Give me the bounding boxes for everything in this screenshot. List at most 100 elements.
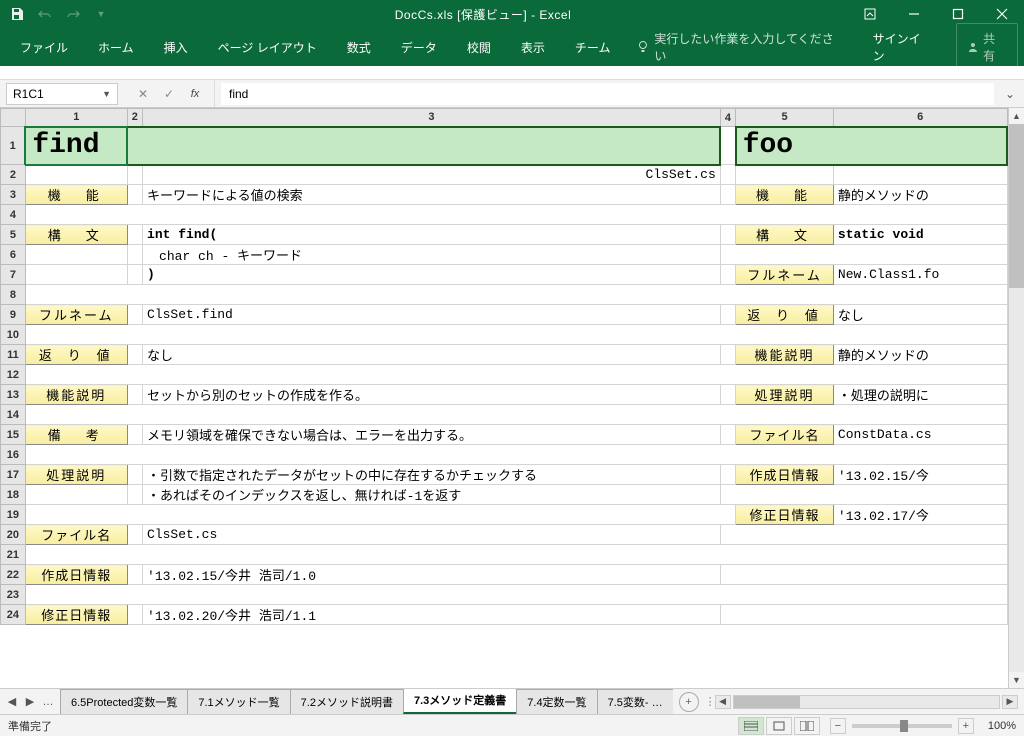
- horizontal-scrollbar[interactable]: [733, 695, 1000, 709]
- label-return[interactable]: 返 り 値: [25, 345, 127, 365]
- sheet-nav-last-icon[interactable]: ▶: [22, 693, 38, 711]
- cell[interactable]: [25, 365, 1007, 385]
- row-header[interactable]: 4: [1, 205, 26, 225]
- cell[interactable]: [720, 345, 735, 365]
- row-header[interactable]: 1: [1, 127, 26, 165]
- scroll-left-button[interactable]: ◀: [715, 695, 731, 709]
- label-koubun-r[interactable]: 構 文: [736, 225, 834, 245]
- zoom-slider[interactable]: [852, 724, 952, 728]
- cell[interactable]: int find(: [143, 225, 721, 245]
- row-header[interactable]: 9: [1, 305, 26, 325]
- cell[interactable]: [127, 385, 142, 405]
- label-fullname[interactable]: フルネーム: [25, 305, 127, 325]
- cell[interactable]: ClsSet.find: [143, 305, 721, 325]
- cell[interactable]: char ch - キーワード: [143, 245, 721, 265]
- cell[interactable]: '13.02.17/今: [833, 505, 1007, 525]
- label-return-r[interactable]: 返 り 値: [736, 305, 834, 325]
- tab-data[interactable]: データ: [387, 31, 451, 64]
- sheet-tab-active[interactable]: 7.3メソッド定義書: [403, 689, 517, 714]
- cell[interactable]: [720, 185, 735, 205]
- row-header[interactable]: 12: [1, 365, 26, 385]
- cell[interactable]: New.Class1.fo: [833, 265, 1007, 285]
- col-header[interactable]: 6: [833, 109, 1007, 127]
- cell[interactable]: [720, 565, 1007, 585]
- label-bikou[interactable]: 備 考: [25, 425, 127, 445]
- enter-formula-icon[interactable]: ✓: [158, 83, 180, 105]
- view-page-layout-icon[interactable]: [766, 717, 792, 735]
- label-modified[interactable]: 修正日情報: [25, 605, 127, 625]
- cell[interactable]: [720, 265, 735, 285]
- row-header[interactable]: 13: [1, 385, 26, 405]
- row-header[interactable]: 8: [1, 285, 26, 305]
- share-button[interactable]: 共有: [956, 23, 1018, 71]
- cell[interactable]: static void: [833, 225, 1007, 245]
- tell-me-search[interactable]: 実行したい作業を入力してください: [626, 24, 854, 70]
- sheet-tab[interactable]: 7.5変数- …: [597, 689, 673, 714]
- cell-title-left[interactable]: find: [25, 127, 127, 165]
- cell[interactable]: [736, 165, 834, 185]
- row-header[interactable]: 21: [1, 545, 26, 565]
- cell[interactable]: [127, 265, 142, 285]
- cell[interactable]: なし: [143, 345, 721, 365]
- row-header[interactable]: 16: [1, 445, 26, 465]
- undo-icon[interactable]: [34, 3, 56, 25]
- tab-home[interactable]: ホーム: [84, 31, 148, 64]
- cell[interactable]: ClsSet.cs: [143, 525, 721, 545]
- tab-formulas[interactable]: 数式: [333, 31, 385, 64]
- zoom-level[interactable]: 100%: [988, 720, 1016, 732]
- view-normal-icon[interactable]: [738, 717, 764, 735]
- select-all-corner[interactable]: [1, 109, 26, 127]
- row-header[interactable]: 6: [1, 245, 26, 265]
- cell[interactable]: [127, 305, 142, 325]
- cell[interactable]: [127, 245, 142, 265]
- label-modified-r[interactable]: 修正日情報: [736, 505, 834, 525]
- tab-insert[interactable]: 挿入: [150, 31, 202, 64]
- row-header[interactable]: 19: [1, 505, 26, 525]
- cell[interactable]: [833, 165, 1007, 185]
- cell[interactable]: [720, 305, 735, 325]
- scroll-right-button[interactable]: ▶: [1002, 695, 1018, 709]
- save-icon[interactable]: [6, 3, 28, 25]
- label-procdesc[interactable]: 処理説明: [25, 465, 127, 485]
- view-page-break-icon[interactable]: [794, 717, 820, 735]
- cell[interactable]: ・引数で指定されたデータがセットの中に存在するかチェックする: [143, 465, 721, 485]
- expand-formula-bar-icon[interactable]: ⌄: [1000, 84, 1020, 104]
- sheet-nav-first-icon[interactable]: ◀: [4, 693, 20, 711]
- scroll-down-button[interactable]: ▼: [1009, 672, 1024, 688]
- fx-icon[interactable]: fx: [184, 83, 206, 105]
- cell[interactable]: キーワードによる値の検索: [143, 185, 721, 205]
- cell[interactable]: [720, 465, 735, 485]
- scroll-up-button[interactable]: ▲: [1009, 108, 1024, 124]
- cell[interactable]: '13.02.20/今井 浩司/1.1: [143, 605, 721, 625]
- cell[interactable]: [127, 345, 142, 365]
- cell[interactable]: [127, 225, 142, 245]
- cell[interactable]: [25, 485, 127, 505]
- cell[interactable]: [720, 245, 1007, 265]
- cell[interactable]: ・あればそのインデックスを返し、無ければ-1を返す: [143, 485, 721, 505]
- qat-more-icon[interactable]: ▼: [90, 3, 112, 25]
- tab-view[interactable]: 表示: [507, 31, 559, 64]
- zoom-out-button[interactable]: −: [830, 718, 846, 734]
- cell[interactable]: [127, 165, 142, 185]
- cell[interactable]: ): [143, 265, 721, 285]
- cell[interactable]: [720, 485, 1007, 505]
- cell[interactable]: 静的メソッドの: [833, 185, 1007, 205]
- label-funcdesc-r[interactable]: 機能説明: [736, 345, 834, 365]
- sheet-nav-more-icon[interactable]: …: [40, 693, 56, 711]
- cell[interactable]: [720, 385, 735, 405]
- row-header[interactable]: 14: [1, 405, 26, 425]
- spreadsheet-grid[interactable]: 1 2 3 4 5 6 1 find foo 2: [0, 108, 1008, 688]
- cell[interactable]: [127, 565, 142, 585]
- cell[interactable]: ConstData.cs: [833, 425, 1007, 445]
- cell[interactable]: [127, 185, 142, 205]
- cell[interactable]: [25, 545, 1007, 565]
- cell[interactable]: [25, 285, 1007, 305]
- col-header[interactable]: 3: [143, 109, 721, 127]
- cell[interactable]: [127, 425, 142, 445]
- row-header[interactable]: 24: [1, 605, 26, 625]
- add-sheet-button[interactable]: +: [679, 692, 699, 712]
- cell[interactable]: [720, 165, 735, 185]
- tab-review[interactable]: 校閲: [453, 31, 505, 64]
- cell[interactable]: [720, 525, 1007, 545]
- cell[interactable]: [25, 325, 1007, 345]
